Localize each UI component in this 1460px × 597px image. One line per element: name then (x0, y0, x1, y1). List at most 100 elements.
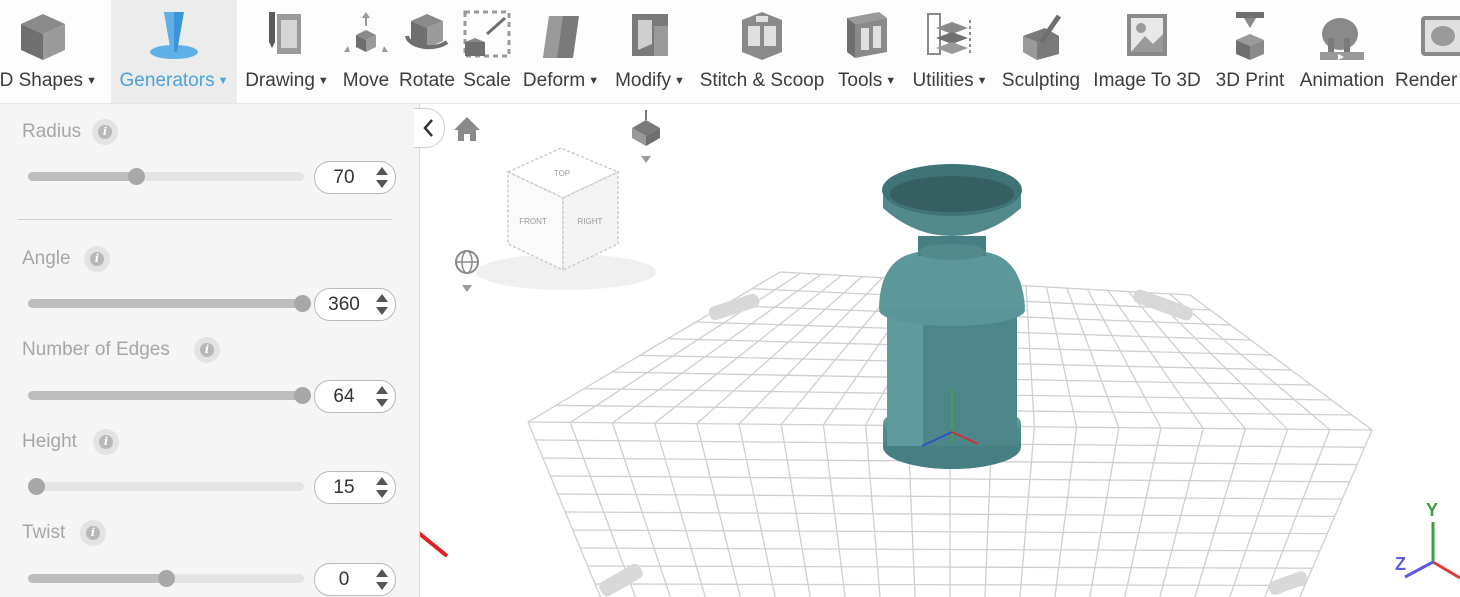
globe-icon[interactable] (455, 250, 479, 292)
y-axis-label: Y (1426, 500, 1438, 520)
height-slider[interactable] (28, 478, 304, 495)
angle-label: Angle (22, 248, 71, 269)
decrement-icon[interactable] (376, 307, 388, 315)
view-cube-right-label[interactable]: RIGHT (578, 217, 603, 226)
tool-render[interactable]: Render (1393, 0, 1460, 103)
decrement-icon[interactable] (376, 399, 388, 407)
tool-modify[interactable]: Modify ▼ (607, 0, 693, 103)
radius-slider[interactable] (28, 168, 304, 185)
radius-value[interactable]: 70 (315, 162, 373, 193)
tool-utilities[interactable]: Utilities ▼ (904, 0, 996, 103)
tool-label: Generators (119, 70, 215, 91)
radius-label: Radius (22, 121, 82, 142)
tool-tools[interactable]: Tools ▼ (831, 0, 903, 103)
slider-thumb[interactable] (294, 295, 311, 312)
scale-icon (463, 10, 511, 58)
chevron-down-icon (641, 156, 651, 163)
tool-label: Drawing (245, 70, 315, 91)
chevron-down-icon: ▼ (317, 74, 329, 87)
slider-thumb[interactable] (158, 570, 175, 587)
angle-slider[interactable] (28, 295, 311, 312)
info-icon[interactable]: i (84, 246, 110, 272)
tool-label: Sculpting (1001, 70, 1081, 91)
tool-sculpting[interactable]: Sculpting (997, 0, 1085, 103)
tool-label: Tools (837, 70, 883, 91)
chevron-down-icon: ▼ (885, 74, 897, 87)
3d-viewport[interactable]: TOP FRONT RIGHT Y Z (420, 104, 1460, 597)
twist-slider[interactable] (28, 570, 304, 587)
slider-fill (28, 299, 304, 308)
height-label: Height (22, 431, 77, 452)
animation-icon (1320, 18, 1364, 60)
chevron-down-icon: ▼ (976, 74, 988, 87)
decrement-icon[interactable] (376, 582, 388, 590)
slider-thumb[interactable] (294, 387, 311, 404)
panel-collapse-button[interactable] (414, 108, 445, 148)
edges-label: Number of Edges (22, 339, 170, 360)
home-icon[interactable] (454, 117, 480, 141)
view-cube[interactable]: TOP FRONT RIGHT (476, 147, 656, 290)
tool-image-to-3d[interactable]: Image To 3D (1086, 0, 1208, 103)
info-icon[interactable]: i (194, 337, 220, 363)
tool-generators[interactable]: Generators ▼ (111, 0, 237, 103)
decrement-icon[interactable] (376, 490, 388, 498)
info-icon[interactable]: i (92, 119, 118, 145)
chevron-down-icon: ▼ (217, 74, 229, 87)
edges-spinner[interactable]: 64 (314, 380, 396, 413)
increment-icon[interactable] (376, 569, 388, 577)
tool-label: 3D Print (1215, 70, 1285, 91)
bottle-model[interactable] (879, 164, 1025, 469)
twist-label: Twist (22, 522, 66, 543)
slider-fill (28, 391, 304, 400)
radius-spinner[interactable]: 70 (314, 161, 396, 194)
chevron-down-icon: ▼ (674, 74, 685, 87)
twist-value[interactable]: 0 (315, 564, 373, 595)
camera-view-icon[interactable] (632, 110, 660, 163)
increment-icon[interactable] (376, 386, 388, 394)
rotate-icon (405, 14, 449, 50)
angle-value[interactable]: 360 (315, 289, 373, 320)
chevron-down-icon: ▼ (86, 74, 97, 87)
tool-deform[interactable]: Deform ▼ (516, 0, 606, 103)
tool-label: Stitch & Scoop (699, 70, 825, 91)
increment-icon[interactable] (376, 294, 388, 302)
cube-icon (21, 14, 65, 60)
tool-label: Deform (522, 70, 586, 91)
main-toolbar: 3D Shapes▼ Generators▼ Drawing▼ Move Rot… (0, 0, 1460, 104)
info-icon[interactable]: i (93, 429, 119, 455)
view-cube-front-label[interactable]: FRONT (519, 217, 547, 226)
tools-icon (847, 12, 887, 58)
3d-print-icon (1236, 12, 1264, 60)
increment-icon[interactable] (376, 477, 388, 485)
chevron-down-icon: ▼ (588, 74, 600, 87)
tool-rotate[interactable]: Rotate (396, 0, 458, 103)
slider-thumb[interactable] (127, 168, 145, 185)
slider-thumb[interactable] (28, 478, 45, 495)
tool-3d-shapes[interactable]: 3D Shapes▼ (0, 0, 108, 103)
drawing-icon (269, 12, 301, 54)
sculpting-icon (1023, 14, 1062, 60)
move-icon (344, 12, 388, 52)
tool-move[interactable]: Move (337, 0, 395, 103)
section-divider (18, 219, 392, 220)
info-icon[interactable]: i (80, 520, 106, 546)
render-icon (1421, 16, 1460, 56)
angle-spinner[interactable]: 360 (314, 288, 396, 321)
edges-value[interactable]: 64 (315, 381, 373, 412)
stitch-scoop-icon (742, 12, 782, 60)
axis-triad: Y Z (1395, 500, 1460, 580)
tool-drawing[interactable]: Drawing ▼ (238, 0, 336, 103)
increment-icon[interactable] (376, 167, 388, 175)
twist-spinner[interactable]: 0 (314, 563, 396, 596)
tool-3d-print[interactable]: 3D Print (1209, 0, 1291, 103)
tool-stitch-scoop[interactable]: Stitch & Scoop (694, 0, 830, 103)
tool-label: 3D Shapes (0, 70, 84, 91)
decrement-icon[interactable] (376, 180, 388, 188)
tool-label: Rotate (399, 70, 455, 91)
height-spinner[interactable]: 15 (314, 471, 396, 504)
height-value[interactable]: 15 (315, 472, 373, 503)
edges-slider[interactable] (28, 387, 311, 404)
tool-scale[interactable]: Scale (459, 0, 515, 103)
view-cube-top-label[interactable]: TOP (554, 169, 570, 178)
tool-animation[interactable]: Animation (1292, 0, 1392, 103)
